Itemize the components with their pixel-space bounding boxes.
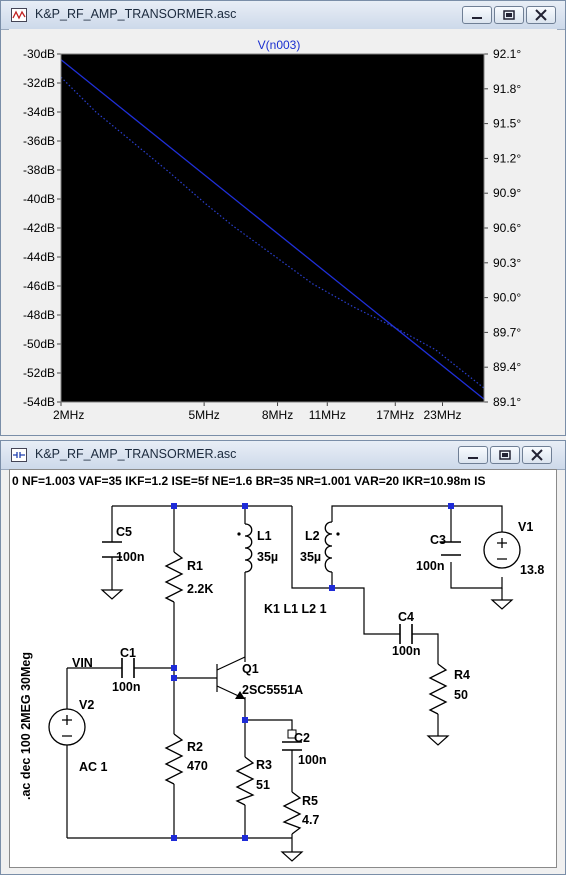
label-r3-value[interactable]: 51 — [256, 778, 270, 792]
y-right-tick-label: 89.7° — [493, 325, 521, 339]
trace-label[interactable]: V(n003) — [258, 38, 301, 52]
x-tick-label: 17MHz — [376, 408, 414, 422]
label-c1-value[interactable]: 100n — [112, 680, 141, 694]
x-tick-label: 11MHz — [309, 408, 346, 422]
restore-icon — [499, 450, 511, 460]
label-r3-ref[interactable]: R3 — [256, 758, 272, 772]
label-r5-value[interactable]: 4.7 — [302, 813, 319, 827]
minimize-icon — [468, 457, 478, 459]
schematic-title-bar: K&P_RF_AMP_TRANSORMER.asc — [1, 441, 565, 470]
plot-window-title: K&P_RF_AMP_TRANSORMER.asc — [35, 7, 237, 21]
maximize-button[interactable] — [490, 446, 520, 464]
schematic-canvas[interactable]: 0 NF=1.003 VAF=35 IKF=1.2 ISE=5f NE=1.6 … — [9, 469, 557, 868]
minimize-button[interactable] — [458, 446, 488, 464]
x-tick-label: 23MHz — [423, 408, 461, 422]
y-right-tick-label: 90.0° — [493, 291, 521, 305]
y-left-tick-label: -44dB — [23, 250, 55, 264]
label-c1-ref[interactable]: C1 — [120, 646, 136, 660]
y-left-tick-label: -42dB — [23, 221, 55, 235]
label-v2-value[interactable]: AC 1 — [79, 760, 108, 774]
close-icon — [535, 9, 547, 21]
x-tick-label: 8MHz — [262, 408, 293, 422]
y-right-tick-label: 89.1° — [493, 395, 521, 409]
minimize-icon — [472, 17, 482, 19]
label-r1-value[interactable]: 2.2K — [187, 582, 213, 596]
label-c5-value[interactable]: 100n — [116, 550, 145, 564]
label-l1-value[interactable]: 35µ — [257, 550, 278, 564]
label-c5-ref[interactable]: C5 — [116, 525, 132, 539]
y-left-tick-label: -34dB — [23, 105, 55, 119]
close-button[interactable] — [522, 446, 552, 464]
label-r1-ref[interactable]: R1 — [187, 559, 203, 573]
close-button[interactable] — [526, 6, 556, 24]
y-left-tick-label: -38dB — [23, 163, 55, 177]
y-left-tick-label: -50dB — [23, 337, 55, 351]
y-right-tick-label: 90.9° — [493, 186, 521, 200]
y-right-tick-label: 90.3° — [493, 256, 521, 270]
y-right-tick-label: 92.1° — [493, 47, 521, 61]
y-left-tick-label: -54dB — [23, 395, 55, 409]
label-r2-ref[interactable]: R2 — [187, 740, 203, 754]
y-left-tick-label: -32dB — [23, 76, 55, 90]
y-left-tick-label: -36dB — [23, 134, 55, 148]
label-c4-ref[interactable]: C4 — [398, 610, 414, 624]
label-v2-ref[interactable]: V2 — [79, 698, 94, 712]
y-right-tick-label: 91.8° — [493, 82, 521, 96]
plot-area: V(n003) -30dB -32dB -34dB -36dB -38dB -40dB -4… — [9, 29, 557, 427]
close-icon — [531, 449, 543, 461]
ltspice-waveform-icon — [11, 8, 27, 22]
label-c3-ref[interactable]: C3 — [430, 533, 446, 547]
label-r5-ref[interactable]: R5 — [302, 794, 318, 808]
y-right-tick-label: 89.4° — [493, 360, 521, 374]
label-v1-value[interactable]: 13.8 — [520, 563, 544, 577]
y-right-tick-label: 91.2° — [493, 151, 521, 165]
maximize-button[interactable] — [494, 6, 524, 24]
label-q1-value[interactable]: 2SC5551A — [242, 683, 303, 697]
label-c2-ref[interactable]: C2 — [294, 731, 310, 745]
y-left-tick-label: -30dB — [23, 47, 55, 61]
label-v1-ref[interactable]: V1 — [518, 520, 533, 534]
plot-window: K&P_RF_AMP_TRANSORMER.asc V(n003) -30dB -… — [0, 0, 566, 436]
label-l2-value[interactable]: 35µ — [300, 550, 321, 564]
label-c3-value[interactable]: 100n — [416, 559, 445, 573]
y-left-tick-label: -46dB — [23, 279, 55, 293]
label-c4-value[interactable]: 100n — [392, 644, 421, 658]
y-left-tick-label: -40dB — [23, 192, 55, 206]
label-l2-ref[interactable]: L2 — [305, 529, 320, 543]
label-r4-ref[interactable]: R4 — [454, 668, 470, 682]
net-label-vin[interactable]: VIN — [72, 656, 93, 670]
spice-directive[interactable]: .ac dec 100 2MEG 30Meg — [19, 652, 33, 800]
coupling-directive[interactable]: K1 L1 L2 1 — [264, 602, 327, 616]
label-r2-value[interactable]: 470 — [187, 759, 208, 773]
x-tick-label: 2MHz — [53, 408, 84, 422]
model-text: 0 NF=1.003 VAF=35 IKF=1.2 ISE=5f NE=1.6 … — [12, 474, 485, 488]
minimize-button[interactable] — [462, 6, 492, 24]
plot-background — [61, 54, 484, 402]
y-right-tick-label: 91.5° — [493, 117, 521, 131]
restore-icon — [503, 10, 515, 20]
bode-plot[interactable]: V(n003) -30dB -32dB -34dB -36dB -38dB -40dB -4… — [9, 29, 557, 428]
schematic-window: K&P_RF_AMP_TRANSORMER.asc 0 NF=1.003 VAF… — [0, 440, 566, 875]
label-l1-ref[interactable]: L1 — [257, 529, 272, 543]
plot-title-bar: K&P_RF_AMP_TRANSORMER.asc — [1, 1, 565, 30]
y-left-tick-label: -52dB — [23, 366, 55, 380]
y-left-tick-label: -48dB — [23, 308, 55, 322]
ltspice-schematic-icon — [11, 448, 27, 462]
y-right-tick-label: 90.6° — [493, 221, 521, 235]
label-q1-ref[interactable]: Q1 — [242, 662, 259, 676]
schematic-window-title: K&P_RF_AMP_TRANSORMER.asc — [35, 447, 237, 461]
label-c2-value[interactable]: 100n — [298, 753, 327, 767]
x-tick-label: 5MHz — [188, 408, 219, 422]
label-r4-value[interactable]: 50 — [454, 688, 468, 702]
